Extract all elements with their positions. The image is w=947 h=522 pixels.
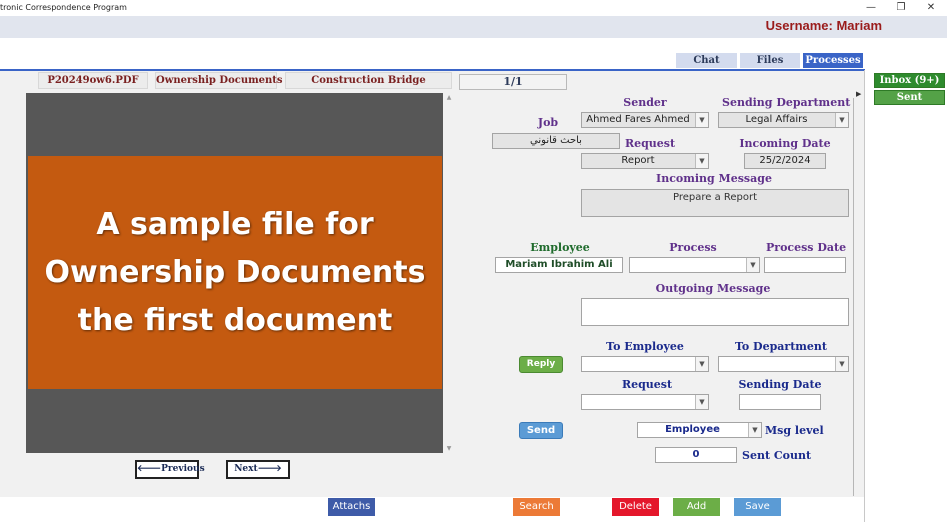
chevron-down-icon: ▼ bbox=[835, 357, 848, 371]
process-date-label: Process Date bbox=[766, 241, 847, 254]
scroll-down-icon[interactable]: ▼ bbox=[444, 445, 454, 452]
incoming-date-label: Incoming Date bbox=[739, 137, 831, 150]
document-text-line-1: A sample file for bbox=[96, 206, 374, 242]
reply-button[interactable]: Reply bbox=[519, 356, 563, 373]
msg-level-value: Employee bbox=[665, 424, 720, 435]
chevron-down-icon: ▼ bbox=[695, 357, 708, 371]
chevron-down-icon: ▼ bbox=[748, 423, 761, 437]
chevron-down-icon: ▼ bbox=[695, 113, 708, 127]
arrow-left-icon: 🡐 bbox=[137, 464, 162, 474]
sent-button[interactable]: Sent bbox=[874, 90, 945, 105]
job-field[interactable]: باحث قانوني bbox=[492, 133, 620, 149]
document-text-line-3: the first document bbox=[77, 302, 393, 338]
sending-department-value: Legal Affairs bbox=[745, 114, 808, 125]
title-bar: tronic Correspondence Program bbox=[0, 0, 947, 16]
msg-level-select[interactable]: Employee ▼ bbox=[637, 422, 762, 438]
sent-count-field: 0 bbox=[655, 447, 737, 463]
to-employee-label: To Employee bbox=[606, 340, 684, 353]
msg-level-label: Msg level bbox=[765, 424, 824, 437]
sending-date-label: Sending Date bbox=[738, 378, 822, 391]
job-label: Job bbox=[537, 116, 559, 129]
request-2-select[interactable]: ▼ bbox=[581, 394, 709, 410]
viewer-scrollbar[interactable]: ▲ ▼ bbox=[443, 93, 455, 453]
doc-tab-file-name[interactable]: P20249ow6.PDF bbox=[38, 72, 148, 89]
employee-label: Employee bbox=[530, 241, 590, 254]
document-page: A sample file for Ownership Documents th… bbox=[28, 156, 442, 389]
incoming-message-label: Incoming Message bbox=[656, 172, 772, 185]
tab-files[interactable]: Files bbox=[740, 53, 800, 68]
sending-date-field[interactable] bbox=[739, 394, 821, 410]
next-button[interactable]: Next🡒 bbox=[226, 460, 290, 479]
search-button[interactable]: Search bbox=[513, 498, 560, 516]
sent-count-label: Sent Count bbox=[742, 449, 812, 462]
chevron-down-icon: ▼ bbox=[746, 258, 759, 272]
request-value: Report bbox=[621, 155, 655, 166]
chevron-down-icon: ▼ bbox=[695, 154, 708, 168]
to-department-label: To Department bbox=[734, 340, 828, 353]
chevron-down-icon: ▼ bbox=[695, 395, 708, 409]
request-select[interactable]: Report ▼ bbox=[581, 153, 709, 169]
process-date-field[interactable] bbox=[764, 257, 846, 273]
save-button[interactable]: Save bbox=[734, 498, 781, 516]
incoming-message-field[interactable]: Prepare a Report bbox=[581, 189, 849, 217]
maximize-icon[interactable]: ❐ bbox=[886, 0, 916, 16]
to-employee-select[interactable]: ▼ bbox=[581, 356, 709, 372]
process-select[interactable]: ▼ bbox=[629, 257, 760, 273]
previous-label: Previous bbox=[161, 464, 205, 474]
arrow-right-icon: 🡒 bbox=[257, 464, 282, 474]
chevron-down-icon: ▼ bbox=[835, 113, 848, 127]
sender-select[interactable]: Ahmed Fares Ahmed ▼ bbox=[581, 112, 709, 128]
to-department-select[interactable]: ▼ bbox=[718, 356, 849, 372]
inbox-button[interactable]: Inbox (9+) bbox=[874, 73, 945, 88]
process-label: Process bbox=[669, 241, 717, 254]
tab-chat[interactable]: Chat bbox=[676, 53, 737, 68]
request-label: Request bbox=[624, 137, 676, 150]
add-button[interactable]: Add bbox=[673, 498, 720, 516]
outgoing-message-label: Outgoing Message bbox=[655, 282, 771, 295]
window-title: tronic Correspondence Program bbox=[0, 3, 127, 12]
previous-button[interactable]: 🡐Previous bbox=[135, 460, 205, 479]
attachs-button[interactable]: Attachs bbox=[328, 498, 375, 516]
doc-tab-project[interactable]: Construction Bridge bbox=[285, 72, 452, 89]
document-viewer[interactable]: A sample file for Ownership Documents th… bbox=[26, 93, 443, 453]
sending-department-label: Sending Department bbox=[722, 96, 851, 109]
document-text-line-2: Ownership Documents bbox=[44, 254, 426, 290]
scroll-right-icon[interactable]: ▶ bbox=[856, 90, 861, 98]
username-label: Username: Mariam bbox=[765, 18, 882, 33]
minimize-icon[interactable]: — bbox=[856, 0, 886, 16]
incoming-date-field[interactable]: 25/2/2024 bbox=[744, 153, 826, 169]
sender-value: Ahmed Fares Ahmed bbox=[586, 114, 690, 125]
send-button[interactable]: Send bbox=[519, 422, 563, 439]
tab-processes[interactable]: Processes bbox=[803, 53, 863, 68]
doc-tab-category[interactable]: Ownership Documents bbox=[155, 72, 283, 89]
outgoing-message-field[interactable] bbox=[581, 298, 849, 326]
page-indicator: 1/1 bbox=[459, 74, 567, 90]
next-label: Next bbox=[234, 464, 258, 474]
close-icon[interactable]: ✕ bbox=[916, 0, 946, 16]
delete-button[interactable]: Delete bbox=[612, 498, 659, 516]
employee-field[interactable]: Mariam Ibrahim Ali bbox=[495, 257, 623, 273]
request-2-label: Request bbox=[621, 378, 673, 391]
form-divider bbox=[853, 98, 854, 496]
sending-department-select[interactable]: Legal Affairs ▼ bbox=[718, 112, 849, 128]
sender-label: Sender bbox=[623, 96, 667, 109]
scroll-up-icon[interactable]: ▲ bbox=[444, 94, 454, 101]
right-column-divider bbox=[864, 70, 865, 522]
